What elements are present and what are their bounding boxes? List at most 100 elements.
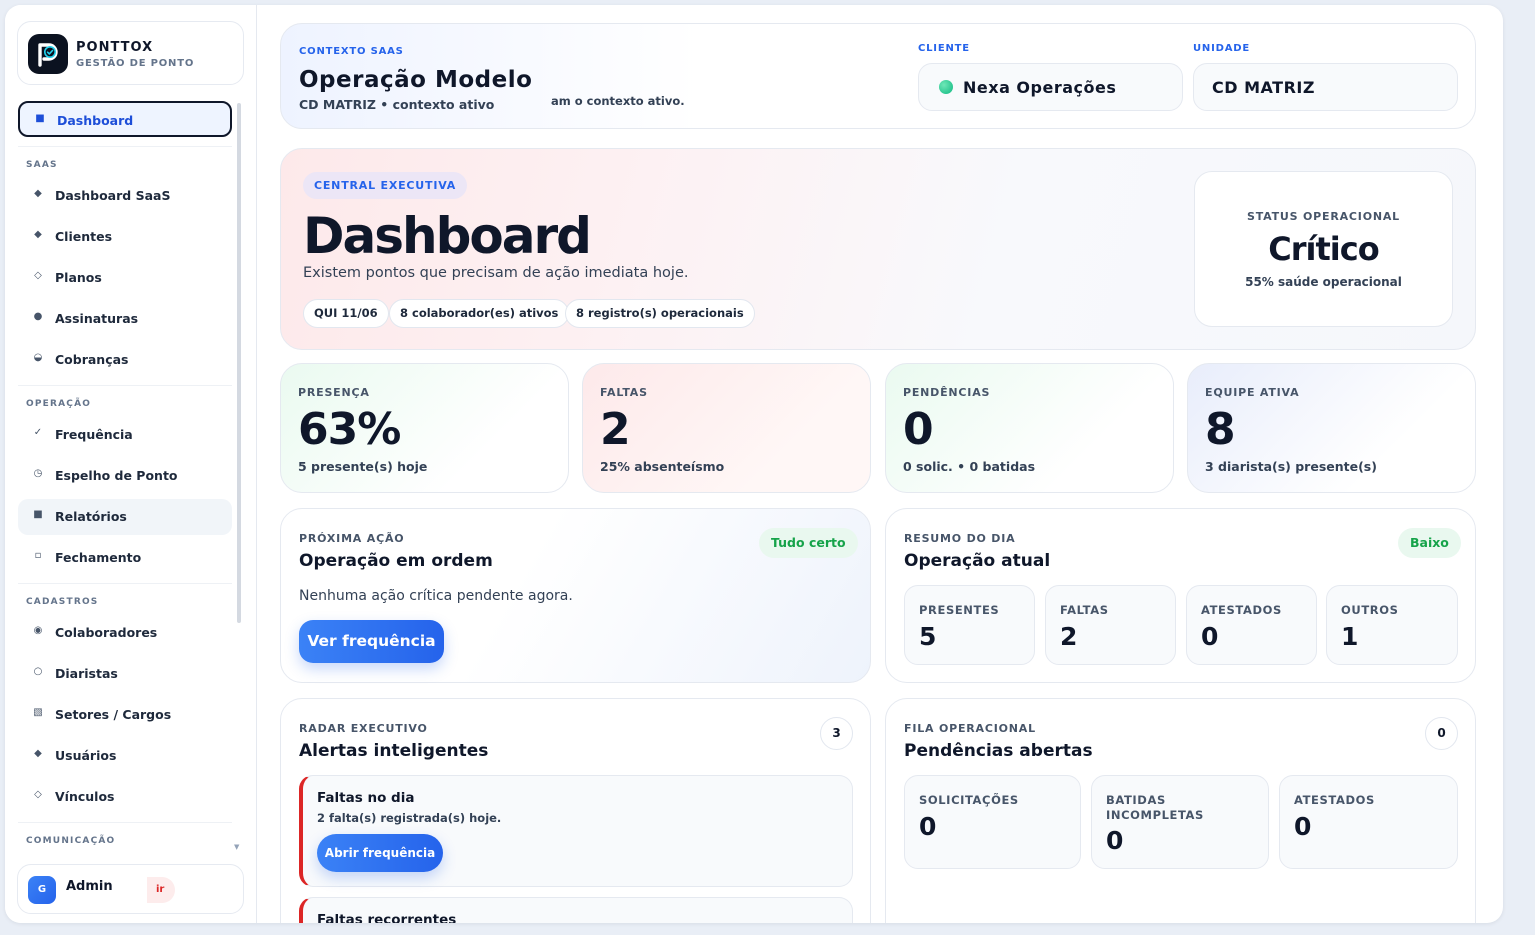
- sidebar-item-label: Clientes: [55, 229, 113, 244]
- stat-label: PRESENTES: [919, 603, 1000, 617]
- nav-divider: [18, 146, 232, 147]
- context-bar: CONTEXTO SAAS Operação Modelo CD MATRIZ …: [280, 23, 1476, 129]
- nav-section-operacao: OPERAÇÃO: [26, 399, 92, 409]
- clock-icon: ◷: [33, 468, 43, 479]
- kpi-equipe-ativa[interactable]: EQUIPE ATIVA 8 3 diarista(s) presente(s): [1187, 363, 1476, 493]
- alert-title: Faltas recorrentes: [317, 912, 457, 923]
- next-action-eyebrow: PRÓXIMA AÇÃO: [299, 532, 405, 545]
- brand-name: PONTTOX: [76, 40, 154, 55]
- kpi-value: 8: [1205, 404, 1236, 455]
- nav-divider: [18, 385, 232, 386]
- user-card[interactable]: G Admin ir: [17, 864, 244, 914]
- sidebar-item-planos[interactable]: ◇ Planos: [18, 260, 232, 296]
- kpi-pendencias[interactable]: PENDÊNCIAS 0 0 solic. • 0 batidas: [885, 363, 1174, 493]
- next-action-text: Nenhuma ação crítica pendente agora.: [299, 588, 573, 604]
- sidebar-item-label: Relatórios: [55, 509, 127, 524]
- sidebar-item-label: Usuários: [55, 748, 117, 763]
- next-action-title: Operação em ordem: [299, 551, 493, 571]
- sidebar-item-label: Frequência: [55, 427, 133, 442]
- stat-label: BATIDAS INCOMPLETAS: [1106, 793, 1204, 822]
- diamond-icon: ◆: [34, 748, 42, 759]
- ver-frequencia-button[interactable]: Ver frequência: [299, 620, 444, 663]
- kpi-label: EQUIPE ATIVA: [1205, 386, 1300, 399]
- kpi-note: 0 solic. • 0 batidas: [903, 459, 1036, 474]
- queue-title: Pendências abertas: [904, 741, 1093, 761]
- unit-value: CD MATRIZ: [1212, 78, 1315, 97]
- radar-title: Alertas inteligentes: [299, 741, 489, 761]
- sidebar-item-fechamento[interactable]: ▫ Fechamento: [18, 540, 232, 576]
- stat-label: ATESTADOS: [1201, 603, 1282, 617]
- sidebar-item-dashboard-saas[interactable]: ◆ Dashboard SaaS: [18, 178, 232, 214]
- sidebar-item-usuarios[interactable]: ◆ Usuários: [18, 738, 232, 774]
- day-summary-title: Operação atual: [904, 551, 1051, 571]
- sidebar-item-setores-cargos[interactable]: ▧ Setores / Cargos: [18, 697, 232, 733]
- sidebar-item-assinaturas[interactable]: ● Assinaturas: [18, 301, 232, 337]
- ponttox-logo-icon: [28, 34, 68, 74]
- stat-batidas-incompletas: BATIDAS INCOMPLETAS 0: [1091, 775, 1269, 869]
- kpi-presenca[interactable]: PRESENÇA 63% 5 presente(s) hoje: [280, 363, 569, 493]
- diamond-outline-icon: ◇: [34, 789, 42, 800]
- nav-divider: [18, 583, 232, 584]
- sidebar-item-diaristas[interactable]: ○ Diaristas: [18, 656, 232, 692]
- client-status-dot-icon: [939, 80, 953, 94]
- context-subtitle: CD MATRIZ • contexto ativo: [299, 97, 495, 112]
- unit-label: UNIDADE: [1193, 43, 1250, 54]
- kpi-value: 0: [903, 404, 934, 455]
- context-overlap-text: am o contexto ativo.: [551, 94, 685, 108]
- alert-card: Faltas recorrentes: [299, 897, 853, 923]
- logout-button[interactable]: ir: [147, 877, 175, 903]
- next-action-panel: PRÓXIMA AÇÃO Operação em ordem Tudo cert…: [280, 508, 871, 683]
- executive-hero: CENTRAL EXECUTIVA Dashboard Existem pont…: [280, 148, 1476, 350]
- client-value: Nexa Operações: [963, 78, 1117, 97]
- kpi-note: 5 presente(s) hoje: [298, 459, 428, 474]
- kpi-value: 63%: [298, 404, 401, 455]
- page-title: Dashboard: [303, 207, 592, 265]
- sidebar-item-clientes[interactable]: ◆ Clientes: [18, 219, 232, 255]
- nav-divider: [18, 822, 232, 823]
- sidebar-item-label: Assinaturas: [55, 311, 139, 326]
- sidebar-item-vinculos[interactable]: ◇ Vínculos: [18, 779, 232, 815]
- abrir-frequencia-button[interactable]: Abrir frequência: [317, 834, 443, 872]
- sidebar-item-label: Cobranças: [55, 352, 129, 367]
- stat-atestados: ATESTADOS 0: [1186, 585, 1317, 665]
- sidebar-item-cobrancas[interactable]: ◒ Cobranças: [18, 342, 232, 378]
- square-outline-icon: ▫: [34, 550, 42, 561]
- stat-value: 5: [919, 622, 937, 651]
- brand[interactable]: PONTTOX GESTÃO DE PONTO: [17, 21, 244, 85]
- alert-description: 2 falta(s) registrada(s) hoje.: [317, 811, 502, 825]
- sidebar-item-label: Fechamento: [55, 550, 142, 565]
- sidebar-item-espelho-de-ponto[interactable]: ◷ Espelho de Ponto: [18, 458, 232, 494]
- sidebar-item-dashboard[interactable]: ■ Dashboard: [18, 101, 232, 137]
- client-select[interactable]: Nexa Operações: [918, 63, 1183, 111]
- stat-value: 2: [1060, 622, 1078, 651]
- check-icon: ✓: [33, 427, 43, 438]
- sidebar-item-label: Dashboard SaaS: [55, 188, 171, 203]
- stat-outros: OUTROS 1: [1326, 585, 1458, 665]
- kpi-faltas[interactable]: FALTAS 2 25% absenteísmo: [582, 363, 871, 493]
- status-value: Crítico: [1268, 230, 1379, 268]
- sidebar-item-relatorios[interactable]: ■ Relatórios: [18, 499, 232, 535]
- sidebar-item-label: Dashboard: [57, 113, 134, 128]
- kpi-note: 25% absenteísmo: [600, 459, 725, 474]
- stat-value: 0: [1294, 812, 1312, 841]
- nav-section-cadastros: CADASTROS: [26, 597, 99, 607]
- alert-title: Faltas no dia: [317, 790, 415, 806]
- stat-solicitacoes: SOLICITAÇÕES 0: [904, 775, 1081, 869]
- stat-presentes: PRESENTES 5: [904, 585, 1035, 665]
- status-note: 55% saúde operacional: [1245, 275, 1402, 289]
- sidebar-item-frequencia[interactable]: ✓ Frequência: [18, 417, 232, 453]
- sidebar-item-label: Colaboradores: [55, 625, 158, 640]
- scroll-down-icon[interactable]: ▼: [234, 843, 239, 851]
- level-badge: Baixo: [1398, 528, 1461, 558]
- stat-value: 0: [919, 812, 937, 841]
- queue-panel: FILA OPERACIONAL Pendências abertas 0 SO…: [885, 698, 1476, 923]
- stat-label: FALTAS: [1060, 603, 1109, 617]
- alert-count-badge: 3: [820, 717, 853, 750]
- sidebar-scrollbar[interactable]: [237, 103, 241, 623]
- sidebar-item-label: Espelho de Ponto: [55, 468, 178, 483]
- sidebar-item-colaboradores[interactable]: ◉ Colaboradores: [18, 615, 232, 651]
- stat-value: 0: [1106, 826, 1124, 855]
- unit-select[interactable]: CD MATRIZ: [1193, 63, 1458, 111]
- nav-section-comunicacao: COMUNICAÇÃO: [26, 836, 116, 846]
- stat-label: OUTROS: [1341, 603, 1399, 617]
